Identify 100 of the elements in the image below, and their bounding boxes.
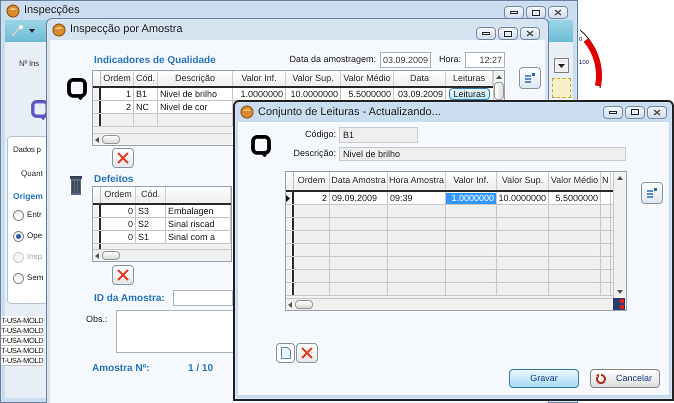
sample-id-field[interactable] [172,290,233,306]
minimize-icon [510,11,518,14]
field-label: Quant [21,168,43,180]
table-cell[interactable]: 10.0000000 [496,192,548,204]
radio-button[interactable] [13,210,24,221]
maximize-icon [631,109,639,115]
table-row[interactable]: 0 S3 Embalagen [93,205,231,218]
close-icon [653,108,661,116]
code-field: B1 [339,127,418,143]
delete-button[interactable] [296,343,318,363]
scroll-thumb[interactable] [295,300,313,309]
column-header[interactable]: Valor Sup. [286,71,341,86]
list-icon [646,188,658,198]
table-cell: S1 [138,232,150,242]
column-header[interactable]: Valor Inf. [446,172,497,190]
table-cell[interactable]: 2 [320,192,329,204]
app-icon [6,4,20,18]
close-button[interactable] [520,27,540,40]
vertical-scrollbar[interactable] [613,172,626,298]
settings-button[interactable] [641,182,663,204]
table-cell: 0 [128,219,133,229]
table-cell: 1 [126,89,131,99]
table-cell: Nivel de cor [160,102,208,112]
horizontal-scrollbar[interactable] [286,298,612,310]
maximize-icon [504,30,512,36]
app-icon [52,22,66,36]
magnifier-icon [67,78,87,100]
column-header[interactable]: Cód. [140,188,160,202]
sample-counter: 1 / 10 [188,362,214,376]
column-header[interactable]: N [601,172,611,190]
delete-button[interactable] [112,265,134,285]
time-field[interactable]: 12:27 [465,52,505,68]
field-label: Data da amostragem: [289,53,376,66]
scroll-thumb[interactable] [494,82,504,100]
cross-icon [117,269,129,281]
field-label: Código: [304,128,336,142]
column-header[interactable]: Hora Amostra [388,172,446,190]
column-header[interactable]: Ordem [294,172,330,190]
table-cell: B1 [136,89,148,99]
horizontal-scrollbar[interactable] [93,249,231,261]
close-button[interactable] [647,106,667,118]
column-header[interactable]: Valor Sup. [497,172,549,190]
minimize-button[interactable] [476,27,496,40]
column-header[interactable]: Ordem [104,188,132,202]
left-arrow-icon [288,302,292,308]
column-header[interactable]: Valor Médio [341,71,394,86]
scroll-thumb[interactable] [102,251,120,260]
window-title: Inspecções [24,3,80,18]
column-header[interactable]: Data [394,71,446,86]
minimize-button[interactable] [504,6,524,19]
group-title: Origem [13,190,43,203]
row-header[interactable] [286,192,294,204]
table-cell[interactable]: 09:39 [388,192,415,204]
row-header[interactable] [93,218,101,230]
field-label: Nº Ins [19,58,39,70]
table-row[interactable]: 1 B1 Nivel de brilho 1.0000000 10.0000000 5.5000000 03.09.2009 Leituras [93,88,493,101]
table-cell: Nivel de brilho [160,89,218,99]
trash-icon [69,176,83,195]
radio-button[interactable] [13,230,24,242]
table-row[interactable]: 0 S2 Sinal riscad [93,218,231,231]
dropdown-button[interactable] [554,58,569,73]
maximize-button[interactable] [625,106,645,118]
save-button[interactable]: Gravar [509,369,579,388]
row-header[interactable] [93,231,101,243]
row-header[interactable] [93,101,101,113]
readings-button[interactable]: Leituras [449,88,490,100]
table-cell: 0 [128,232,133,242]
column-header[interactable]: Descrição [158,71,233,86]
table-cell[interactable]: 5.5000000 [553,192,600,204]
column-header[interactable]: Ordem [101,71,134,86]
caret-icon[interactable] [29,29,35,33]
undo-icon [596,374,606,384]
column-header[interactable]: Data Amostra [330,172,388,190]
down-arrow-icon [617,290,623,294]
description-field: Nivel de brilho [339,147,626,161]
minimize-button[interactable] [603,106,623,118]
new-button[interactable] [276,343,295,363]
scroll-thumb[interactable] [102,135,120,144]
column-header[interactable]: Valor Inf. [233,71,286,86]
notes-field[interactable] [116,310,234,353]
column-header[interactable]: Cód. [134,71,158,86]
date-field[interactable]: 03.09.2009 [380,52,431,68]
settings-button[interactable] [519,67,541,89]
delete-button[interactable] [112,148,134,168]
row-header[interactable] [93,88,101,100]
table-cell[interactable]: 09.09.2009 [330,192,380,204]
table-row[interactable]: 2 09.09.2009 09:39 1.0000000 10.0000000 5.5000000 [286,192,613,205]
close-button[interactable] [548,6,568,19]
table-cell: 2 [126,102,131,112]
maximize-button[interactable] [526,6,546,19]
field-label: Hora: [438,53,461,66]
table-row[interactable]: 0 S1 Sinal com a [93,231,231,244]
column-header[interactable]: Valor Médio [549,172,601,190]
cancel-button[interactable]: Cancelar [590,369,660,388]
up-arrow-icon [617,176,623,180]
maximize-button[interactable] [498,27,518,40]
row-header[interactable] [93,205,101,217]
minimize-icon [609,110,617,114]
section-title: Defeitos [94,174,134,186]
radio-button[interactable] [13,272,24,284]
